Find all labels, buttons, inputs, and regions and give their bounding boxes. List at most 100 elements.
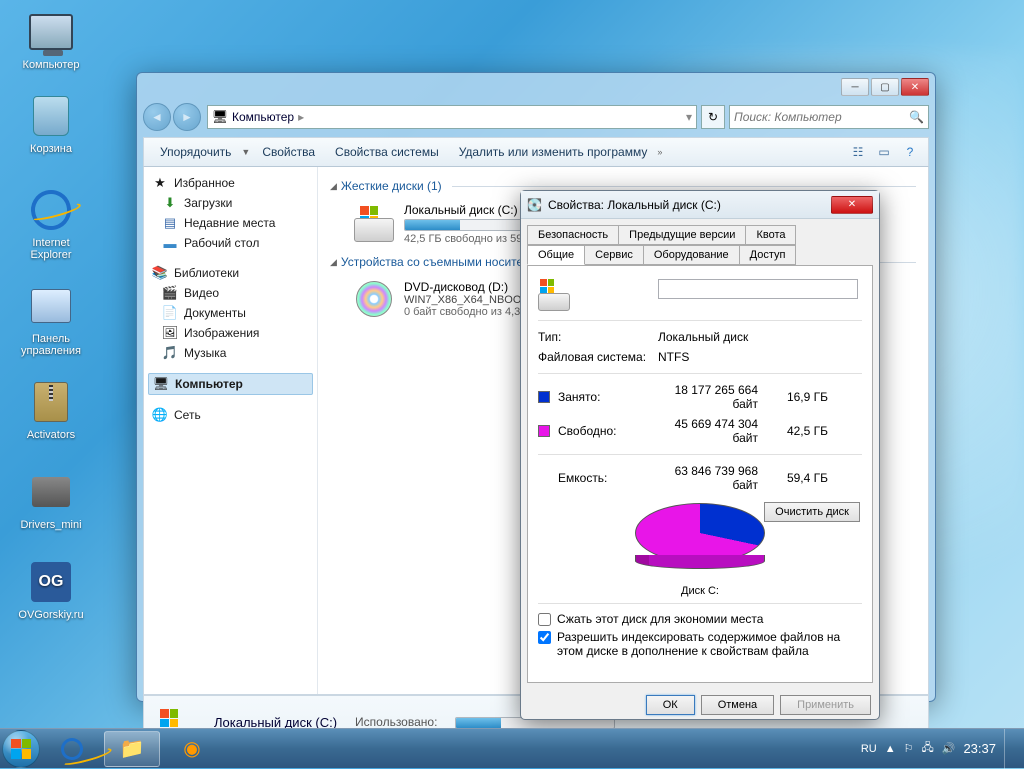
sidebar-videos[interactable]: 🎬Видео bbox=[144, 283, 317, 303]
network-icon: 🌐 bbox=[152, 407, 168, 423]
maximize-button[interactable]: ▢ bbox=[871, 78, 899, 96]
tab-sharing[interactable]: Доступ bbox=[739, 245, 797, 265]
compress-label[interactable]: Сжать этот диск для экономии места bbox=[557, 612, 763, 626]
sidebar-computer[interactable]: 🖥Компьютер bbox=[148, 373, 313, 395]
taskbar-explorer[interactable]: 📁 bbox=[104, 731, 160, 767]
toolbar: Упорядочить▼ Свойства Свойства системы У… bbox=[143, 137, 929, 167]
sidebar-libraries[interactable]: 📚Библиотеки bbox=[144, 263, 317, 283]
minimize-button[interactable]: ─ bbox=[841, 78, 869, 96]
ok-button[interactable]: ОК bbox=[646, 695, 695, 715]
tab-quota[interactable]: Квота bbox=[745, 225, 796, 245]
compress-checkbox[interactable] bbox=[538, 613, 551, 626]
drive-icon: 💽 bbox=[527, 198, 542, 212]
refresh-button[interactable]: ↻ bbox=[701, 105, 725, 129]
drive-large-icon bbox=[538, 279, 658, 311]
search-input[interactable] bbox=[734, 110, 909, 124]
sidebar-pictures[interactable]: 🖼Изображения bbox=[144, 323, 317, 343]
windows-logo-icon bbox=[11, 739, 31, 759]
dropdown-icon[interactable]: ▾ bbox=[686, 110, 692, 124]
tab-previous-versions[interactable]: Предыдущие версии bbox=[618, 225, 746, 245]
forward-button[interactable]: ► bbox=[173, 103, 201, 131]
collapse-icon[interactable]: ◢ bbox=[330, 257, 337, 268]
overflow-icon[interactable]: » bbox=[657, 147, 662, 157]
tab-panel-general: Тип:Локальный диск Файловая система:NTFS… bbox=[527, 265, 873, 683]
taskbar-ie[interactable] bbox=[44, 731, 100, 767]
tray-flag-icon[interactable]: ▲ bbox=[885, 743, 896, 755]
tab-tools[interactable]: Сервис bbox=[584, 245, 644, 265]
toolbar-uninstall[interactable]: Удалить или изменить программу bbox=[451, 142, 656, 162]
breadcrumb-item[interactable]: Компьютер bbox=[232, 110, 294, 124]
toolbar-organize[interactable]: Упорядочить bbox=[152, 142, 239, 162]
desktop-icon-drivers-mini[interactable]: Drivers_mini bbox=[12, 468, 90, 531]
tab-security[interactable]: Безопасность bbox=[527, 225, 619, 245]
index-checkbox[interactable] bbox=[538, 631, 551, 644]
desktop-icon-control-panel[interactable]: Панель управления bbox=[12, 282, 90, 357]
tray-volume-icon[interactable]: 🔊 bbox=[942, 742, 956, 755]
close-button[interactable]: ✕ bbox=[831, 196, 873, 214]
desktop-icon: ▬ bbox=[162, 235, 178, 251]
taskbar-media-player[interactable]: ◉ bbox=[164, 731, 220, 767]
toolbar-properties[interactable]: Свойства bbox=[254, 142, 323, 162]
used-gb: 16,9 ГБ bbox=[778, 390, 828, 404]
back-button[interactable]: ◄ bbox=[143, 103, 171, 131]
tab-general[interactable]: Общие bbox=[527, 245, 585, 265]
icon-label: Internet Explorer bbox=[12, 237, 90, 261]
start-button[interactable] bbox=[2, 730, 40, 768]
taskbar: 📁 ◉ RU ▲ ⚐ 🖧 🔊 23:37 bbox=[0, 728, 1024, 768]
explorer-titlebar[interactable]: ─ ▢ ✕ bbox=[137, 73, 935, 101]
desktop-icon-recycle-bin[interactable]: Корзина bbox=[12, 92, 90, 155]
used-bytes: 18 177 265 664 байт bbox=[648, 383, 778, 411]
capacity-bytes: 63 846 739 968 байт bbox=[648, 464, 778, 492]
sidebar-music[interactable]: 🎵Музыка bbox=[144, 343, 317, 363]
sidebar-desktop[interactable]: ▬Рабочий стол bbox=[144, 233, 317, 253]
desktop-icon-activators[interactable]: Activators bbox=[12, 378, 90, 441]
view-options-icon[interactable]: ☷ bbox=[848, 142, 868, 162]
search-box[interactable]: 🔍 bbox=[729, 105, 929, 129]
tray-lang[interactable]: RU bbox=[861, 743, 877, 755]
sidebar-favorites[interactable]: ★Избранное bbox=[144, 173, 317, 193]
icon-label: Панель управления bbox=[12, 333, 90, 357]
icon-label: Корзина bbox=[12, 143, 90, 155]
filesystem-label: Файловая система: bbox=[538, 350, 658, 364]
collapse-icon[interactable]: ◢ bbox=[330, 181, 337, 192]
sidebar-documents[interactable]: 📄Документы bbox=[144, 303, 317, 323]
help-icon[interactable]: ? bbox=[900, 142, 920, 162]
downloads-icon: ⬇ bbox=[162, 195, 178, 211]
tab-hardware[interactable]: Оборудование bbox=[643, 245, 740, 265]
icon-label: OVGorskiy.ru bbox=[12, 609, 90, 621]
close-button[interactable]: ✕ bbox=[901, 78, 929, 96]
desktop-icon-ovgorskiy[interactable]: OGOVGorskiy.ru bbox=[12, 558, 90, 621]
used-swatch bbox=[538, 391, 550, 403]
dialog-title: Свойства: Локальный диск (C:) bbox=[548, 198, 721, 212]
drive-icon bbox=[354, 204, 394, 244]
cancel-button[interactable]: Отмена bbox=[701, 695, 774, 715]
type-label: Тип: bbox=[538, 330, 658, 344]
folder-icon: 📁 bbox=[120, 736, 145, 761]
show-desktop-button[interactable] bbox=[1004, 729, 1016, 769]
toolbar-system-properties[interactable]: Свойства системы bbox=[327, 142, 447, 162]
apply-button[interactable]: Применить bbox=[780, 695, 871, 715]
properties-titlebar[interactable]: 💽 Свойства: Локальный диск (C:) ✕ bbox=[521, 191, 879, 219]
sidebar-downloads[interactable]: ⬇Загрузки bbox=[144, 193, 317, 213]
sidebar-recent[interactable]: ▤Недавние места bbox=[144, 213, 317, 233]
tray-clock[interactable]: 23:37 bbox=[963, 741, 996, 756]
disk-cleanup-button[interactable]: Очистить диск bbox=[764, 502, 860, 522]
sidebar-network[interactable]: 🌐Сеть bbox=[144, 405, 317, 425]
volume-name-input[interactable] bbox=[658, 279, 858, 299]
tray-action-center-icon[interactable]: ⚐ bbox=[904, 742, 914, 755]
free-gb: 42,5 ГБ bbox=[778, 424, 828, 438]
address-bar[interactable]: 🖥 Компьютер ▸ ▾ bbox=[207, 105, 697, 129]
tray-network-icon[interactable]: 🖧 bbox=[921, 739, 933, 758]
capacity-gb: 59,4 ГБ bbox=[778, 471, 828, 485]
index-label[interactable]: Разрешить индексировать содержимое файло… bbox=[557, 630, 862, 658]
desktop-icon-ie[interactable]: Internet Explorer bbox=[12, 186, 90, 261]
sidebar: ★Избранное ⬇Загрузки ▤Недавние места ▬Ра… bbox=[144, 167, 318, 694]
desktop-icon-computer[interactable]: Компьютер bbox=[12, 8, 90, 71]
media-player-icon: ◉ bbox=[183, 736, 200, 761]
free-bytes: 45 669 474 304 байт bbox=[648, 417, 778, 445]
chevron-down-icon: ▼ bbox=[241, 147, 250, 157]
properties-dialog: 💽 Свойства: Локальный диск (C:) ✕ Безопас… bbox=[520, 190, 880, 720]
system-tray: RU ▲ ⚐ 🖧 🔊 23:37 bbox=[861, 729, 1024, 768]
preview-pane-icon[interactable]: ▭ bbox=[874, 142, 894, 162]
icon-label: Drivers_mini bbox=[12, 519, 90, 531]
